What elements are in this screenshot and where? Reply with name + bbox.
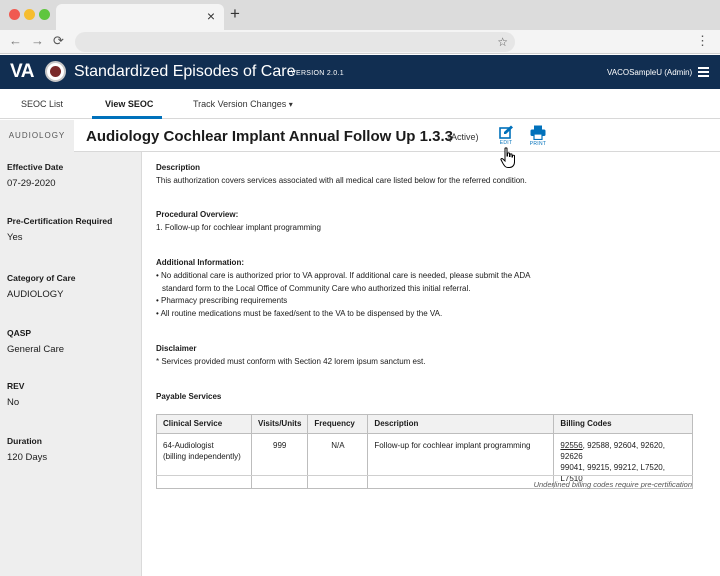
bookmark-star-icon[interactable]: ☆ — [497, 33, 508, 51]
sidebar-item-pre-certification: Pre-Certification Required Yes — [7, 215, 112, 244]
column-header: Frequency — [307, 414, 369, 434]
sidebar-value: No — [7, 397, 20, 408]
maximize-window-button[interactable] — [39, 9, 50, 20]
tab-track-version-changes[interactable]: Track Version Changes ▾ — [193, 98, 293, 111]
app-title: Standardized Episodes of Care — [74, 63, 296, 80]
print-button[interactable]: PRINT — [526, 125, 550, 148]
info-line: • No additional care is authorized prior… — [156, 271, 531, 280]
sidebar-label: QASP — [7, 328, 32, 338]
description-section: Description This authorization covers se… — [156, 162, 696, 188]
sidebar-item-qasp: QASP General Care — [7, 327, 64, 356]
sidebar-label: Category of Care — [7, 273, 76, 283]
status-badge: (Active) — [448, 132, 479, 142]
billing-codes-line: 92556, 92588, 92604, 92620, 92626 — [560, 440, 686, 462]
active-tab-indicator — [92, 116, 162, 119]
new-tab-button[interactable]: + — [230, 5, 240, 23]
category-tag: AUDIOLOGY — [0, 120, 74, 152]
info-line: • All routine medications must be faxed/… — [156, 308, 443, 318]
sidebar-item-rev: REV No — [7, 380, 24, 409]
tab-track-label: Track Version Changes — [193, 99, 287, 109]
sidebar-label: Duration — [7, 436, 42, 446]
service-note: (billing independently) — [163, 452, 241, 461]
billing-footnote: Underlined billing codes require pre-cer… — [533, 480, 692, 489]
sidebar-value: 07-29-2020 — [7, 178, 56, 189]
tab-seoc-list[interactable]: SEOC List — [21, 98, 63, 110]
info-line: • Pharmacy prescribing requirements — [156, 296, 288, 305]
user-name[interactable]: VACOSampleU (Admin) — [607, 68, 692, 78]
sidebar-item-category-of-care: Category of Care AUDIOLOGY — [7, 272, 76, 301]
va-logo[interactable]: VA — [10, 61, 34, 83]
procedural-overview-section: Procedural Overview: 1. Follow-up for co… — [156, 209, 696, 235]
section-text-block: • No additional care is authorized prior… — [156, 270, 696, 320]
close-icon[interactable]: × — [207, 8, 215, 24]
minimize-window-button[interactable] — [24, 9, 35, 20]
edit-button[interactable]: EDIT — [494, 125, 518, 147]
hamburger-menu-icon[interactable] — [698, 67, 709, 77]
section-title: Procedural Overview: — [156, 210, 239, 219]
reload-icon[interactable]: ⟳ — [53, 32, 64, 50]
section-title: Payable Services — [156, 392, 222, 401]
app-header: VA Standardized Episodes of Care VERSION… — [0, 55, 720, 89]
printer-icon — [526, 125, 550, 140]
browser-menu-icon[interactable]: ⋮ — [696, 32, 709, 50]
payable-services-section: Payable Services — [156, 391, 696, 402]
column-header: Visits/Units — [250, 414, 309, 434]
section-title: Description — [156, 163, 201, 172]
close-window-button[interactable] — [9, 9, 20, 20]
sidebar-value: 120 Days — [7, 452, 48, 463]
additional-information-section: Additional Information: • No additional … — [156, 257, 696, 320]
browser-tab[interactable]: × — [56, 4, 224, 30]
forward-arrow-icon[interactable]: → — [31, 32, 44, 50]
sidebar: Effective Date 07-29-2020 Pre-Certificat… — [0, 152, 142, 576]
browser-tab-bar: × + — [0, 0, 720, 30]
section-title: Additional Information: — [156, 258, 244, 267]
sidebar-item-effective-date: Effective Date 07-29-2020 — [7, 161, 63, 190]
seoc-title-bar: AUDIOLOGY Audiology Cochlear Implant Ann… — [0, 120, 720, 152]
sidebar-item-duration: Duration 120 Days — [7, 435, 47, 464]
sidebar-label: Pre-Certification Required — [7, 216, 113, 226]
section-text: * Services provided must conform with Se… — [156, 357, 426, 366]
service-name: 64-Audiologist — [163, 441, 214, 450]
chevron-down-icon: ▾ — [288, 100, 293, 109]
divider — [156, 475, 693, 476]
tab-view-seoc[interactable]: View SEOC — [105, 98, 153, 110]
browser-toolbar: ← → ⟳ ☆ ⋮ — [0, 30, 720, 54]
section-title: Disclaimer — [156, 344, 197, 353]
sidebar-label: REV — [7, 381, 25, 391]
address-bar[interactable]: ☆ — [75, 32, 515, 52]
va-seal-icon — [45, 61, 66, 82]
sub-navigation: SEOC List View SEOC Track Version Change… — [0, 89, 720, 119]
table-header-row: Clinical Service Visits/Units Frequency … — [156, 414, 693, 434]
column-header: Billing Codes — [553, 414, 693, 434]
page-title: Audiology Cochlear Implant Annual Follow… — [86, 128, 453, 145]
info-line: standard form to the Local Office of Com… — [162, 283, 471, 293]
payable-services-table: Clinical Service Visits/Units Frequency … — [156, 414, 693, 489]
sidebar-value: General Care — [7, 344, 65, 355]
back-arrow-icon[interactable]: ← — [9, 32, 22, 50]
sidebar-label: Effective Date — [7, 162, 64, 172]
column-header: Description — [367, 414, 555, 434]
pencil-icon — [494, 125, 518, 139]
sidebar-value: AUDIOLOGY — [7, 289, 64, 300]
sidebar-value: Yes — [7, 232, 23, 243]
column-header: Clinical Service — [156, 414, 252, 434]
disclaimer-section: Disclaimer * Services provided must conf… — [156, 343, 696, 369]
edit-label: EDIT — [499, 140, 513, 146]
section-text: 1. Follow-up for cochlear implant progra… — [156, 223, 321, 232]
precert-billing-code: 92556 — [560, 441, 583, 450]
section-text: This authorization covers services assoc… — [156, 176, 527, 185]
app-version: VERSION 2.0.1 — [291, 70, 344, 77]
print-label: PRINT — [529, 141, 547, 147]
